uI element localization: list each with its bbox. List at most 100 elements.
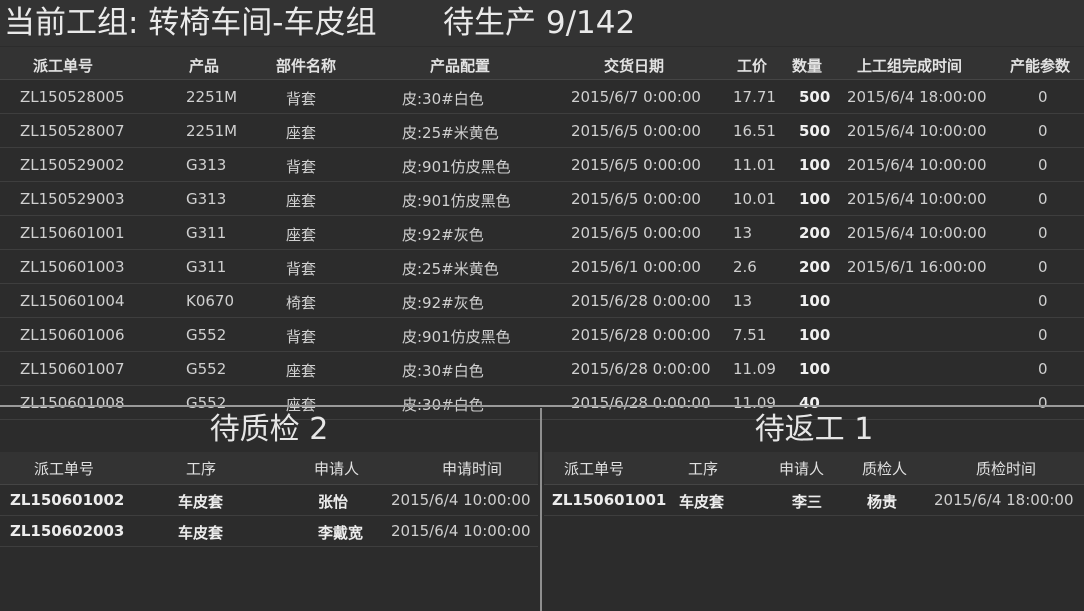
cell-capacity: 0 xyxy=(1038,156,1048,174)
cell-part-name: 背套 xyxy=(286,328,317,346)
cell-quantity: 100 xyxy=(799,292,831,310)
table-row[interactable]: ZL150601007 G552 座套 皮:30#白色 2015/6/28 0:00:0… xyxy=(0,352,1084,386)
cell-quantity: 100 xyxy=(799,326,831,344)
cell-product-config: 皮:25#米黄色 xyxy=(402,124,499,142)
qc-col-applicant: 申请人 xyxy=(314,460,360,478)
panel-separator xyxy=(540,408,542,611)
cell-capacity: 0 xyxy=(1038,258,1048,276)
cell-prev-group-done: 2015/6/4 10:00:00 xyxy=(847,224,987,242)
table-row[interactable]: ZL150601003 G311 背套 皮:25#米黄色 2015/6/1 0:00:0… xyxy=(0,250,1084,284)
table-row[interactable]: ZL150601004 K0670 椅套 皮:92#灰色 2015/6/28 0:00:… xyxy=(0,284,1084,318)
cell-dispatch-no: ZL150529002 xyxy=(20,156,125,174)
cell-quantity: 100 xyxy=(799,190,831,208)
qc-cell-applicant: 李戴宽 xyxy=(318,524,364,542)
cell-delivery-date: 2015/6/1 0:00:00 xyxy=(571,258,701,276)
cell-product-config: 皮:92#灰色 xyxy=(402,294,484,312)
cell-product-config: 皮:92#灰色 xyxy=(402,226,484,244)
qc-cell-process: 车皮套 xyxy=(178,524,224,542)
cell-product: G313 xyxy=(186,190,227,208)
qc-table-row[interactable]: ZL150601002 车皮套 张怡 2015/6/4 10:00:00 xyxy=(0,485,538,516)
cell-dispatch-no: ZL150601007 xyxy=(20,360,125,378)
cell-capacity: 0 xyxy=(1038,224,1048,242)
table-row[interactable]: ZL150601001 G311 座套 皮:92#灰色 2015/6/5 0:00:00… xyxy=(0,216,1084,250)
rw-cell-dispatch-no: ZL150601001 xyxy=(552,491,667,509)
qc-table-body: ZL150601002 车皮套 张怡 2015/6/4 10:00:00 ZL15060… xyxy=(0,485,538,547)
cell-part-name: 椅套 xyxy=(286,294,317,312)
qc-panel-title: 待质检 2 xyxy=(209,412,329,447)
cell-unit-price: 2.6 xyxy=(733,258,757,276)
cell-product: K0670 xyxy=(186,292,235,310)
qc-cell-dispatch-no: ZL150602003 xyxy=(10,522,125,540)
col-capacity: 产能参数 xyxy=(1010,57,1071,75)
cell-capacity: 0 xyxy=(1038,88,1048,106)
cell-part-name: 背套 xyxy=(286,90,317,108)
rw-col-applicant: 申请人 xyxy=(779,460,825,478)
cell-unit-price: 10.01 xyxy=(733,190,776,208)
qc-col-apply-time: 申请时间 xyxy=(442,460,503,478)
col-prev-group-done: 上工组完成时间 xyxy=(857,57,963,75)
cell-product-config: 皮:901仿皮黑色 xyxy=(402,158,511,176)
qc-col-dispatch-no: 派工单号 xyxy=(34,460,95,478)
cell-capacity: 0 xyxy=(1038,190,1048,208)
cell-unit-price: 7.51 xyxy=(733,326,767,344)
cell-part-name: 背套 xyxy=(286,158,317,176)
cell-dispatch-no: ZL150528005 xyxy=(20,88,125,106)
cell-capacity: 0 xyxy=(1038,122,1048,140)
cell-unit-price: 11.01 xyxy=(733,156,776,174)
rework-table-body: ZL150601001 车皮套 李三 杨贵 2015/6/4 18:00:00 xyxy=(544,485,1084,516)
rw-cell-inspector: 杨贵 xyxy=(867,493,898,511)
cell-product-config: 皮:30#白色 xyxy=(402,90,484,108)
col-part-name: 部件名称 xyxy=(276,57,337,75)
cell-dispatch-no: ZL150601004 xyxy=(20,292,125,310)
cell-part-name: 座套 xyxy=(286,362,317,380)
col-unit-price: 工价 xyxy=(737,57,768,75)
table-row[interactable]: ZL150528007 2251M 座套 皮:25#米黄色 2015/6/5 0:00:… xyxy=(0,114,1084,148)
cell-product-config: 皮:30#白色 xyxy=(402,362,484,380)
cell-delivery-date: 2015/6/7 0:00:00 xyxy=(571,88,701,106)
qc-cell-apply-time: 2015/6/4 10:00:00 xyxy=(391,491,531,509)
rw-cell-process: 车皮套 xyxy=(679,493,725,511)
rw-col-inspector: 质检人 xyxy=(862,460,908,478)
cell-part-name: 座套 xyxy=(286,124,317,142)
cell-quantity: 500 xyxy=(799,122,831,140)
cell-unit-price: 13 xyxy=(733,224,753,242)
cell-quantity: 100 xyxy=(799,360,831,378)
cell-prev-group-done: 2015/6/4 18:00:00 xyxy=(847,88,987,106)
cell-unit-price: 16.51 xyxy=(733,122,776,140)
col-product-config: 产品配置 xyxy=(430,57,491,75)
cell-unit-price: 11.09 xyxy=(733,360,776,378)
cell-product: G311 xyxy=(186,224,227,242)
col-product: 产品 xyxy=(189,57,220,75)
cell-product: G552 xyxy=(186,360,227,378)
cell-quantity: 100 xyxy=(799,156,831,174)
qc-cell-apply-time: 2015/6/4 10:00:00 xyxy=(391,522,531,540)
rw-cell-applicant: 李三 xyxy=(792,493,823,511)
table-row[interactable]: ZL150529003 G313 座套 皮:901仿皮黑色 2015/6/5 0:00:… xyxy=(0,182,1084,216)
header-bar: 当前工组: 转椅车间-车皮组 待生产 9/142 xyxy=(0,0,1084,46)
table-row[interactable]: ZL150528005 2251M 背套 皮:30#白色 2015/6/7 0:00:0… xyxy=(0,80,1084,114)
cell-product: G311 xyxy=(186,258,227,276)
cell-quantity: 200 xyxy=(799,258,831,276)
cell-part-name: 座套 xyxy=(286,192,317,210)
qc-table-row[interactable]: ZL150602003 车皮套 李戴宽 2015/6/4 10:00:00 xyxy=(0,516,538,547)
cell-unit-price: 13 xyxy=(733,292,753,310)
rework-table-row[interactable]: ZL150601001 车皮套 李三 杨贵 2015/6/4 18:00:00 xyxy=(544,485,1084,516)
cell-delivery-date: 2015/6/28 0:00:00 xyxy=(571,360,711,378)
cell-prev-group-done: 2015/6/4 10:00:00 xyxy=(847,156,987,174)
cell-prev-group-done: 2015/6/4 10:00:00 xyxy=(847,122,987,140)
cell-delivery-date: 2015/6/5 0:00:00 xyxy=(571,122,701,140)
work-group-title: 当前工组: 转椅车间-车皮组 xyxy=(4,5,377,41)
rw-col-inspect-time: 质检时间 xyxy=(976,460,1037,478)
table-row[interactable]: ZL150601006 G552 背套 皮:901仿皮黑色 2015/6/28 0:00… xyxy=(0,318,1084,352)
cell-dispatch-no: ZL150601001 xyxy=(20,224,125,242)
cell-dispatch-no: ZL150528007 xyxy=(20,122,125,140)
col-quantity: 数量 xyxy=(792,57,823,75)
cell-quantity: 200 xyxy=(799,224,831,242)
qc-cell-applicant: 张怡 xyxy=(318,493,349,511)
cell-product-config: 皮:25#米黄色 xyxy=(402,260,499,278)
cell-capacity: 0 xyxy=(1038,360,1048,378)
cell-delivery-date: 2015/6/5 0:00:00 xyxy=(571,156,701,174)
cell-product: G313 xyxy=(186,156,227,174)
table-row[interactable]: ZL150529002 G313 背套 皮:901仿皮黑色 2015/6/5 0:00:… xyxy=(0,148,1084,182)
cell-product: G552 xyxy=(186,326,227,344)
